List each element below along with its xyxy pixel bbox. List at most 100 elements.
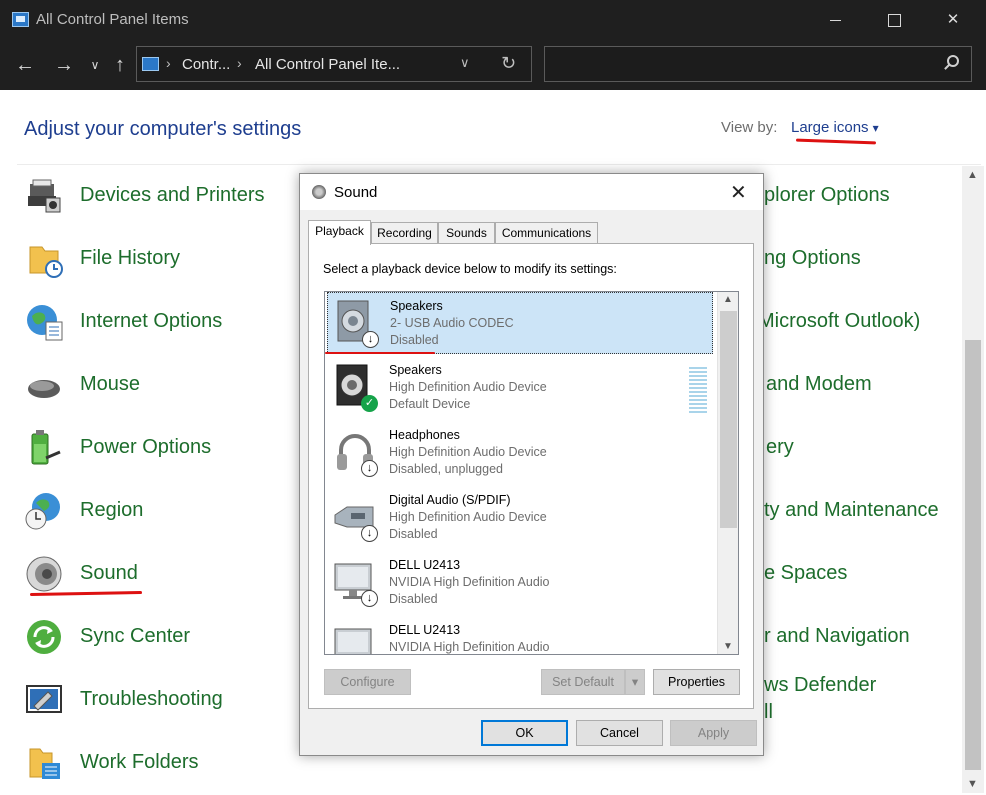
cancel-button[interactable]: Cancel xyxy=(576,720,663,746)
scroll-down-arrow-icon[interactable]: ▼ xyxy=(967,778,978,790)
sync-center-icon xyxy=(27,620,61,654)
search-icon xyxy=(947,55,959,67)
device-description: NVIDIA High Definition Audio xyxy=(389,640,550,654)
refresh-icon[interactable]: ↻ xyxy=(501,53,516,74)
forward-arrow-icon[interactable]: → xyxy=(51,52,77,78)
cp-item-firewall[interactable]: ll xyxy=(764,701,773,724)
power-options-icon xyxy=(31,430,61,465)
cp-item-internet-options[interactable]: Internet Options xyxy=(24,297,284,347)
close-button[interactable]: ✕ xyxy=(930,4,976,36)
cp-item-security-and-maintenance[interactable]: ty and Maintenance xyxy=(764,499,939,522)
tab-recording[interactable]: Recording xyxy=(371,222,438,244)
region-icon xyxy=(25,493,60,530)
scroll-down-arrow-icon[interactable]: ▼ xyxy=(723,641,733,652)
back-arrow-icon[interactable]: ← xyxy=(12,52,38,78)
breadcrumb-all-items[interactable]: All Control Panel Ite... xyxy=(255,56,400,73)
tab-playback[interactable]: Playback xyxy=(308,220,371,245)
internet-options-icon xyxy=(27,305,63,341)
search-input[interactable] xyxy=(544,46,972,82)
cp-item-recovery[interactable]: ery xyxy=(766,436,794,459)
navigation-bar: ← → ∨ ↑ › Contr... › All Control Panel I… xyxy=(0,40,986,90)
content-scrollbar[interactable]: ▲ ▼ xyxy=(962,166,984,793)
playback-device-list[interactable]: ↓ Speakers 2- USB Audio CODEC Disabled ✓… xyxy=(324,291,739,655)
cp-item-storage-spaces[interactable]: e Spaces xyxy=(764,562,847,585)
set-default-dropdown-chevron-icon[interactable]: ▾ xyxy=(625,669,645,695)
up-arrow-icon[interactable]: ↑ xyxy=(107,52,133,78)
scrollbar-thumb[interactable] xyxy=(720,311,737,528)
cp-item-troubleshooting[interactable]: Troubleshooting xyxy=(24,675,284,725)
file-history-icon xyxy=(29,246,63,278)
device-item[interactable]: ↓ Digital Audio (S/PDIF) High Definition… xyxy=(327,487,713,549)
cp-item-mail-outlook[interactable]: Microsoft Outlook) xyxy=(758,310,920,333)
scroll-up-arrow-icon[interactable]: ▲ xyxy=(723,294,733,305)
minimize-button[interactable] xyxy=(813,4,859,36)
device-name: Headphones xyxy=(389,428,460,442)
device-item[interactable]: DELL U2413 NVIDIA High Definition Audio xyxy=(327,617,713,654)
configure-button[interactable]: Configure xyxy=(324,669,411,695)
disabled-arrow-icon: ↓ xyxy=(361,525,378,542)
device-name: DELL U2413 xyxy=(389,623,461,637)
cp-item-internet-explorer-options[interactable]: plorer Options xyxy=(764,184,890,207)
red-underline-annotation xyxy=(325,352,435,354)
sound-dialog: Sound ✕ Playback Recording Sounds Commun… xyxy=(299,173,764,756)
device-description: High Definition Audio Device xyxy=(389,510,547,524)
device-description: High Definition Audio Device xyxy=(389,445,547,459)
address-bar[interactable]: › Contr... › All Control Panel Ite... ∨ … xyxy=(136,46,532,82)
disabled-arrow-icon: ↓ xyxy=(361,590,378,607)
cp-item-mouse[interactable]: Mouse xyxy=(24,360,284,410)
cp-item-file-history[interactable]: File History xyxy=(24,234,284,284)
red-underline-annotation xyxy=(795,138,877,145)
speaker-icon xyxy=(312,185,326,199)
tab-sounds[interactable]: Sounds xyxy=(438,222,495,244)
page-title: Adjust your computer's settings xyxy=(24,118,302,140)
apply-button[interactable]: Apply xyxy=(670,720,757,746)
work-folders-icon xyxy=(29,748,60,779)
sound-icon xyxy=(26,556,62,592)
cp-item-windows-defender[interactable]: ws Defender xyxy=(764,674,876,697)
cp-item-region[interactable]: Region xyxy=(24,486,284,536)
set-default-button[interactable]: Set Default xyxy=(541,669,625,695)
device-name: Digital Audio (S/PDIF) xyxy=(389,493,511,507)
properties-button[interactable]: Properties xyxy=(653,669,740,695)
address-dropdown-chevron-icon[interactable]: ∨ xyxy=(460,55,470,71)
recent-locations-chevron-icon[interactable]: ∨ xyxy=(82,52,108,78)
scroll-up-arrow-icon[interactable]: ▲ xyxy=(967,169,978,181)
cp-item-phone-and-modem[interactable]: and Modem xyxy=(766,373,872,396)
device-status: Disabled xyxy=(389,592,438,606)
divider xyxy=(17,164,981,165)
device-description: NVIDIA High Definition Audio xyxy=(389,575,550,589)
device-status: Disabled xyxy=(390,333,439,347)
scrollbar-thumb[interactable] xyxy=(965,340,981,770)
cp-item-sync-center[interactable]: Sync Center xyxy=(24,612,284,662)
window-titlebar: All Control Panel Items ✕ xyxy=(0,0,986,40)
view-by-dropdown[interactable]: Large icons xyxy=(791,119,879,136)
dialog-close-button[interactable]: ✕ xyxy=(730,180,747,205)
device-item[interactable]: ↓ Speakers 2- USB Audio CODEC Disabled xyxy=(327,292,713,354)
cp-item-taskbar-and-navigation[interactable]: r and Navigation xyxy=(764,625,910,648)
device-name: DELL U2413 xyxy=(389,558,461,572)
cp-item-label: File History xyxy=(80,247,181,269)
device-item[interactable]: ↓ Headphones High Definition Audio Devic… xyxy=(327,422,713,484)
breadcrumb-separator-icon: › xyxy=(237,55,242,71)
cp-item-work-folders[interactable]: Work Folders xyxy=(24,738,284,788)
device-status: Default Device xyxy=(389,397,471,411)
breadcrumb-control-panel[interactable]: Contr... xyxy=(182,56,230,73)
cp-item-devices-and-printers[interactable]: Devices and Printers xyxy=(24,171,284,221)
cp-item-indexing-options[interactable]: ng Options xyxy=(764,247,861,270)
default-device-check-icon: ✓ xyxy=(361,395,378,412)
cp-item-label: Sound xyxy=(80,562,138,584)
device-name: Speakers xyxy=(389,363,442,377)
cp-item-label: Mouse xyxy=(80,373,141,395)
device-list-scrollbar[interactable]: ▲ ▼ xyxy=(717,292,738,654)
control-panel-icon xyxy=(12,12,29,27)
maximize-button[interactable] xyxy=(871,4,917,36)
tab-communications[interactable]: Communications xyxy=(495,222,598,244)
view-by-label: View by: xyxy=(721,119,778,136)
cp-item-label: Region xyxy=(80,499,144,521)
cp-item-power-options[interactable]: Power Options xyxy=(24,423,284,473)
device-item[interactable]: ↓ DELL U2413 NVIDIA High Definition Audi… xyxy=(327,552,713,614)
monitor-icon xyxy=(334,628,372,654)
volume-level-meter xyxy=(689,367,707,413)
device-item[interactable]: ✓ Speakers High Definition Audio Device … xyxy=(327,357,713,419)
ok-button[interactable]: OK xyxy=(481,720,568,746)
